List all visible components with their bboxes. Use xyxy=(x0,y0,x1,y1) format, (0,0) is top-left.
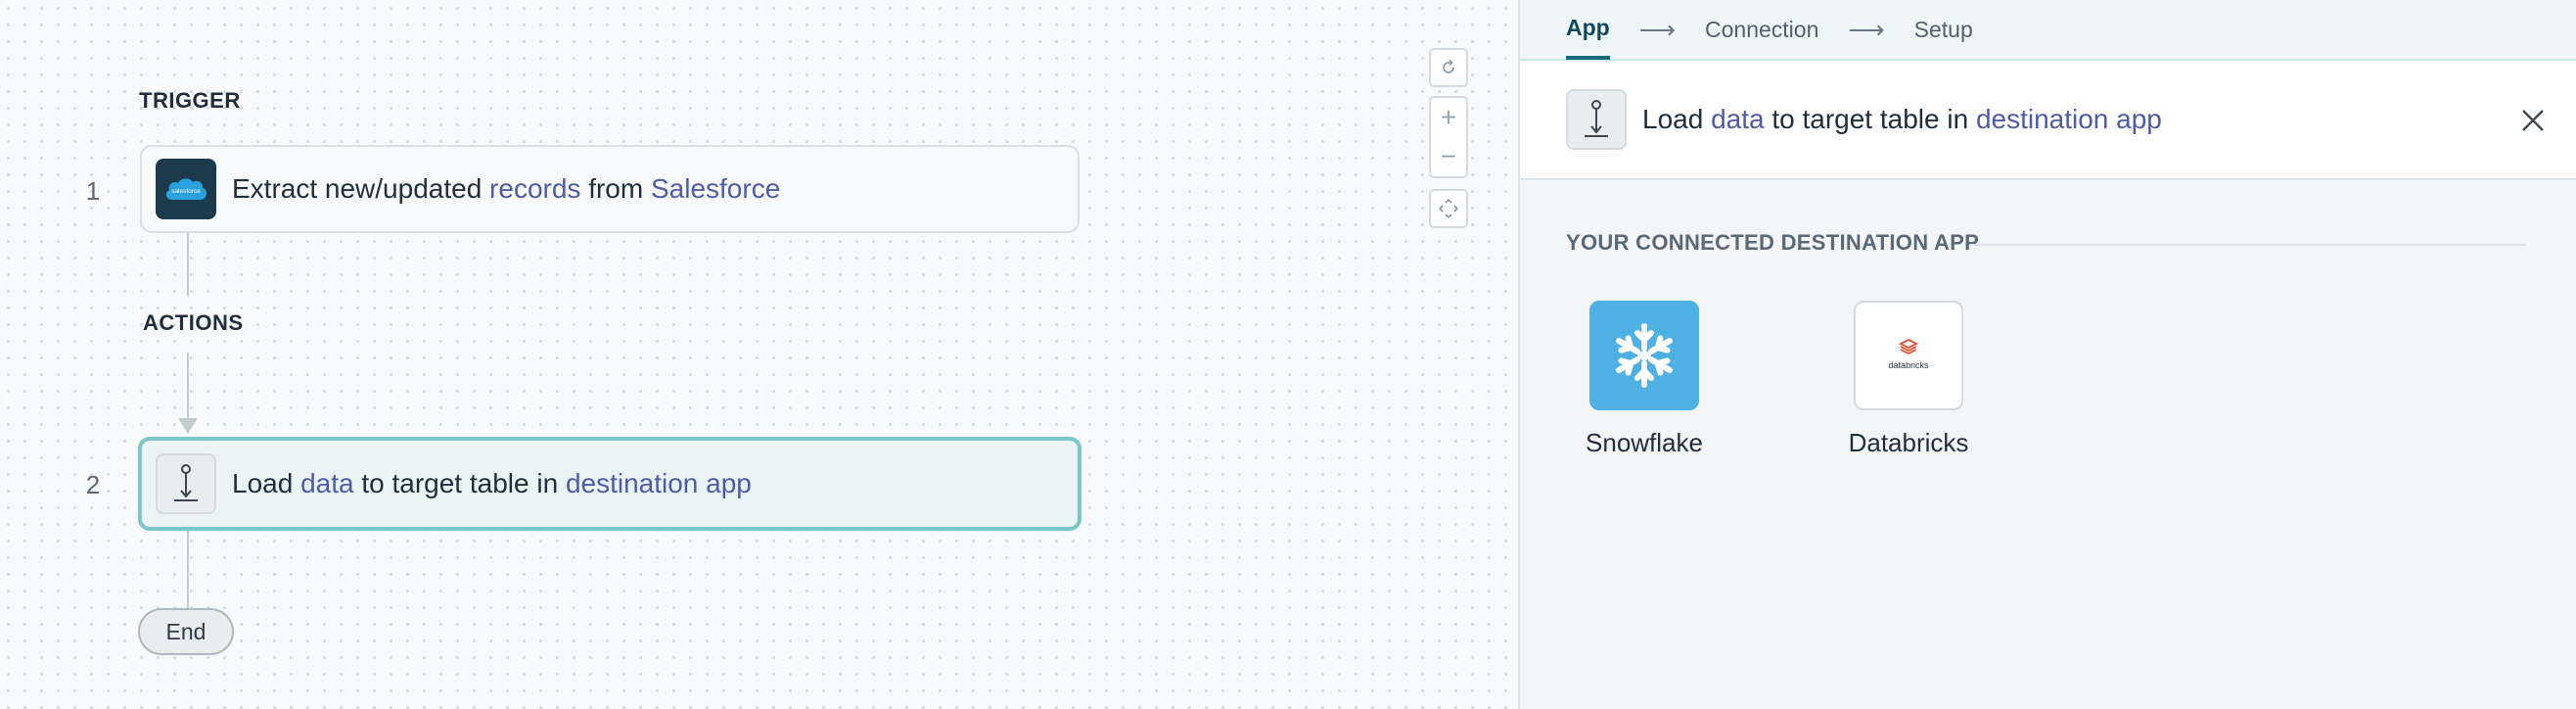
step-number: 1 xyxy=(85,176,101,206)
reset-view-button[interactable] xyxy=(1429,48,1468,87)
data-pill: data xyxy=(1711,104,1765,134)
app-option-databricks[interactable]: databricks Databricks xyxy=(1820,301,1997,458)
panel-header: Load data to target table in destination… xyxy=(1520,61,2576,180)
app-name: Databricks xyxy=(1848,428,1969,457)
connector-arrow-icon xyxy=(178,418,198,434)
app-name: Snowflake xyxy=(1586,428,1703,457)
arrow-right-icon: ⟶ xyxy=(1638,14,1676,44)
end-node: End xyxy=(138,608,234,655)
zoom-controls: + − xyxy=(1429,96,1468,178)
connector-line xyxy=(187,353,189,421)
arrow-right-icon: ⟶ xyxy=(1848,14,1885,44)
zoom-in-icon: + xyxy=(1440,102,1457,132)
destination-app-pill[interactable]: destination app xyxy=(566,468,752,498)
fit-view-button[interactable] xyxy=(1429,189,1468,228)
trigger-section-label: TRIGGER xyxy=(139,88,241,113)
tab-app[interactable]: App xyxy=(1566,0,1610,60)
tab-connection[interactable]: Connection xyxy=(1705,0,1818,60)
workflow-canvas[interactable]: TRIGGER 1 salesforce Extract new/updated… xyxy=(0,0,1520,709)
action-step-card[interactable]: Load data to target table in destination… xyxy=(138,437,1081,531)
connector-line xyxy=(187,531,189,608)
reset-icon xyxy=(1443,59,1454,73)
data-pill[interactable]: data xyxy=(300,468,354,498)
action-step-text: Load data to target table in destination… xyxy=(232,468,752,498)
fit-view-icon xyxy=(1439,199,1458,218)
zoom-out-button[interactable]: − xyxy=(1431,137,1466,176)
section-heading: YOUR CONNECTED DESTINATION APP xyxy=(1566,230,1980,255)
trigger-step-card[interactable]: salesforce Extract new/updated records f… xyxy=(140,145,1080,233)
divider xyxy=(1970,244,2526,246)
tab-setup[interactable]: Setup xyxy=(1914,0,1973,60)
wizard-tabs: App ⟶ Connection ⟶ Setup xyxy=(1520,0,2576,61)
panel-title: Load data to target table in destination… xyxy=(1642,104,2162,134)
close-panel-button[interactable] xyxy=(2513,101,2553,140)
databricks-icon: databricks xyxy=(1854,301,1963,410)
zoom-in-button[interactable]: + xyxy=(1431,98,1466,137)
step-config-panel: App ⟶ Connection ⟶ Setup Load data to ta… xyxy=(1520,0,2576,709)
snowflake-icon xyxy=(1589,301,1699,410)
svg-text:salesforce: salesforce xyxy=(171,188,201,195)
zoom-out-icon: − xyxy=(1440,141,1457,171)
databricks-logo-text: databricks xyxy=(1888,360,1929,370)
load-data-icon xyxy=(1566,89,1627,150)
close-icon xyxy=(2522,110,2544,131)
salesforce-icon: salesforce xyxy=(156,159,216,219)
records-pill[interactable]: records xyxy=(489,173,580,204)
salesforce-pill[interactable]: Salesforce xyxy=(651,173,780,204)
trigger-step-text: Extract new/updated records from Salesfo… xyxy=(232,173,781,204)
app-option-snowflake[interactable]: Snowflake xyxy=(1556,301,1732,458)
step-number: 2 xyxy=(85,470,101,499)
destination-app-pill: destination app xyxy=(1975,104,2162,134)
load-data-icon xyxy=(156,453,216,514)
connector-line xyxy=(187,233,189,296)
actions-section-label: ACTIONS xyxy=(143,310,244,335)
